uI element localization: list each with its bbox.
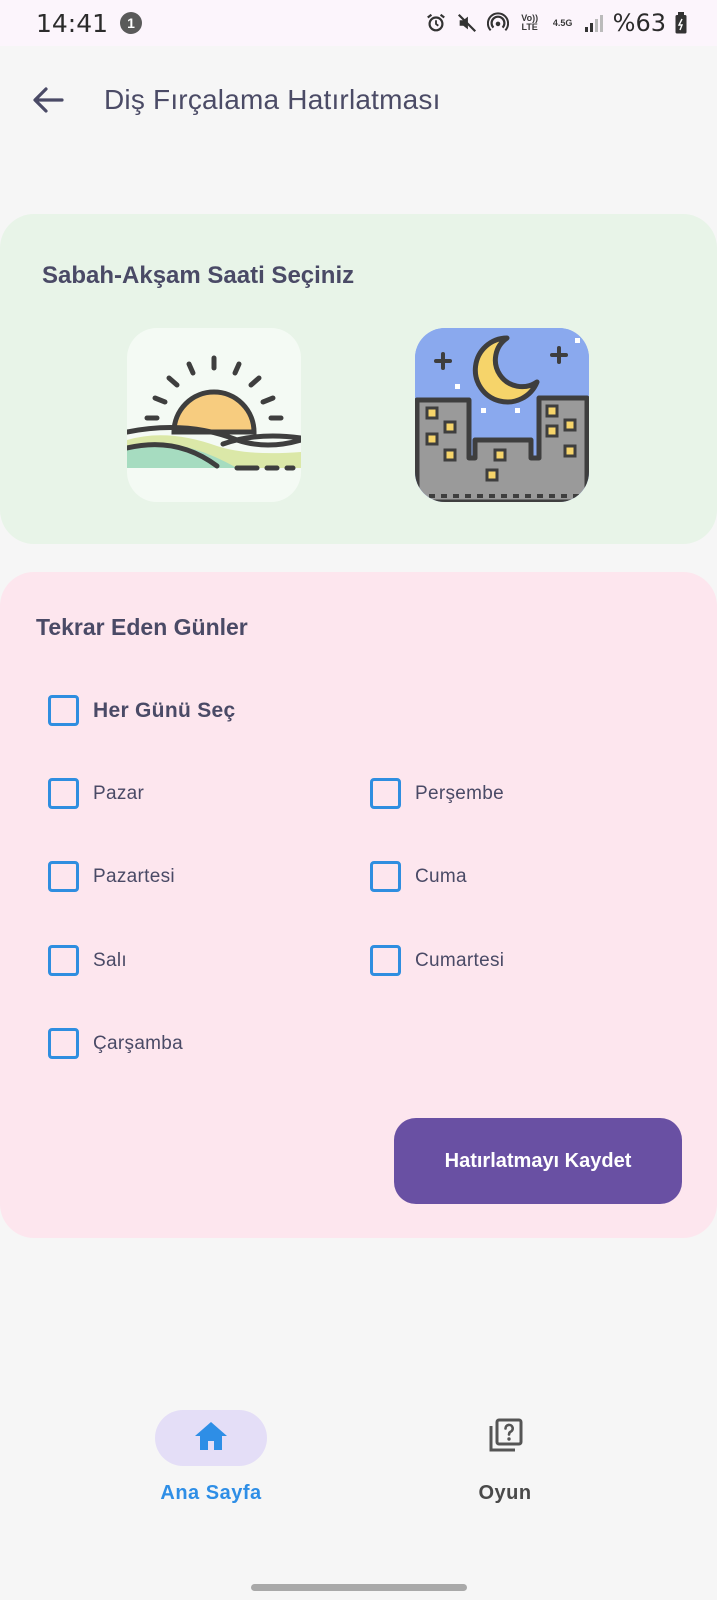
status-time: 14:41: [36, 8, 109, 38]
quiz-cards-icon: [487, 1418, 523, 1459]
sunrise-icon: [127, 355, 301, 502]
day-label: Pazar: [93, 782, 145, 804]
nav-label-game: Oyun: [478, 1482, 532, 1504]
nav-icon-container: [449, 1410, 561, 1466]
day-checkbox-pazar[interactable]: Pazar: [48, 778, 144, 809]
morning-option-button[interactable]: [127, 328, 301, 502]
day-label: Pazartesi: [93, 865, 175, 887]
nav-item-game[interactable]: Oyun: [385, 1410, 625, 1530]
status-icons: Vo)) LTE 4.5G %63: [425, 9, 687, 37]
back-button[interactable]: [28, 82, 68, 122]
time-selection-card: Sabah-Akşam Saati Seçiniz: [0, 214, 717, 544]
checkbox-box[interactable]: [370, 778, 401, 809]
checkbox-box[interactable]: [370, 945, 401, 976]
select-all-label: Her Günü Seç: [93, 698, 236, 722]
day-checkbox-sali[interactable]: Salı: [48, 945, 127, 976]
checkbox-box[interactable]: [48, 1028, 79, 1059]
select-all-days-checkbox[interactable]: Her Günü Seç: [48, 695, 235, 726]
battery-percentage: %63: [612, 9, 666, 37]
top-app-bar: Diş Fırçalama Hatırlatması: [0, 62, 717, 142]
night-city-moon-icon: [415, 328, 589, 502]
checkbox-box[interactable]: [370, 861, 401, 892]
hotspot-icon: [486, 12, 509, 34]
time-card-title: Sabah-Akşam Saati Seçiniz: [42, 262, 355, 289]
gesture-navigation-bar[interactable]: [251, 1584, 467, 1591]
page-title: Diş Fırçalama Hatırlatması: [104, 84, 441, 115]
status-bar: 14:41 1 Vo)) LTE 4.5G %63: [0, 0, 717, 46]
day-label: Çarşamba: [93, 1032, 184, 1054]
day-checkbox-carsamba[interactable]: Çarşamba: [48, 1028, 183, 1059]
signal-icon: [584, 13, 604, 33]
day-label: Cumartesi: [415, 949, 505, 971]
mute-icon: [456, 12, 478, 34]
battery-icon: [675, 12, 687, 34]
checkbox-box[interactable]: [48, 778, 79, 809]
day-checkbox-pazartesi[interactable]: Pazartesi: [48, 861, 175, 892]
day-label: Salı: [93, 949, 127, 971]
save-reminder-button[interactable]: Hatırlatmayı Kaydet: [394, 1118, 682, 1204]
day-label: Cuma: [415, 865, 467, 887]
home-icon: [194, 1421, 228, 1456]
network-type-icon: 4.5G: [552, 17, 573, 28]
day-label: Perşembe: [415, 782, 504, 804]
notification-count-badge: 1: [120, 12, 143, 34]
nav-active-indicator: [155, 1410, 267, 1466]
day-checkbox-cuma[interactable]: Cuma: [370, 861, 467, 892]
day-checkbox-persembe[interactable]: Perşembe: [370, 778, 504, 809]
volte-icon: Vo)) LTE: [521, 13, 539, 32]
checkbox-box[interactable]: [48, 695, 79, 726]
nav-label-home: Ana Sayfa: [160, 1482, 262, 1504]
status-left: 14:41 1: [36, 8, 143, 38]
evening-option-button[interactable]: [415, 328, 589, 502]
repeat-days-title: Tekrar Eden Günler: [36, 614, 248, 640]
repeat-days-card: Tekrar Eden Günler Her Günü Seç Pazar Pa…: [0, 572, 717, 1238]
nav-item-home[interactable]: Ana Sayfa: [91, 1410, 331, 1530]
day-checkbox-cumartesi[interactable]: Cumartesi: [370, 945, 504, 976]
alarm-icon: [425, 12, 447, 34]
checkbox-box[interactable]: [48, 861, 79, 892]
checkbox-box[interactable]: [48, 945, 79, 976]
arrow-back-icon: [32, 86, 64, 119]
bottom-navigation: Ana Sayfa Oyun: [0, 1410, 717, 1560]
